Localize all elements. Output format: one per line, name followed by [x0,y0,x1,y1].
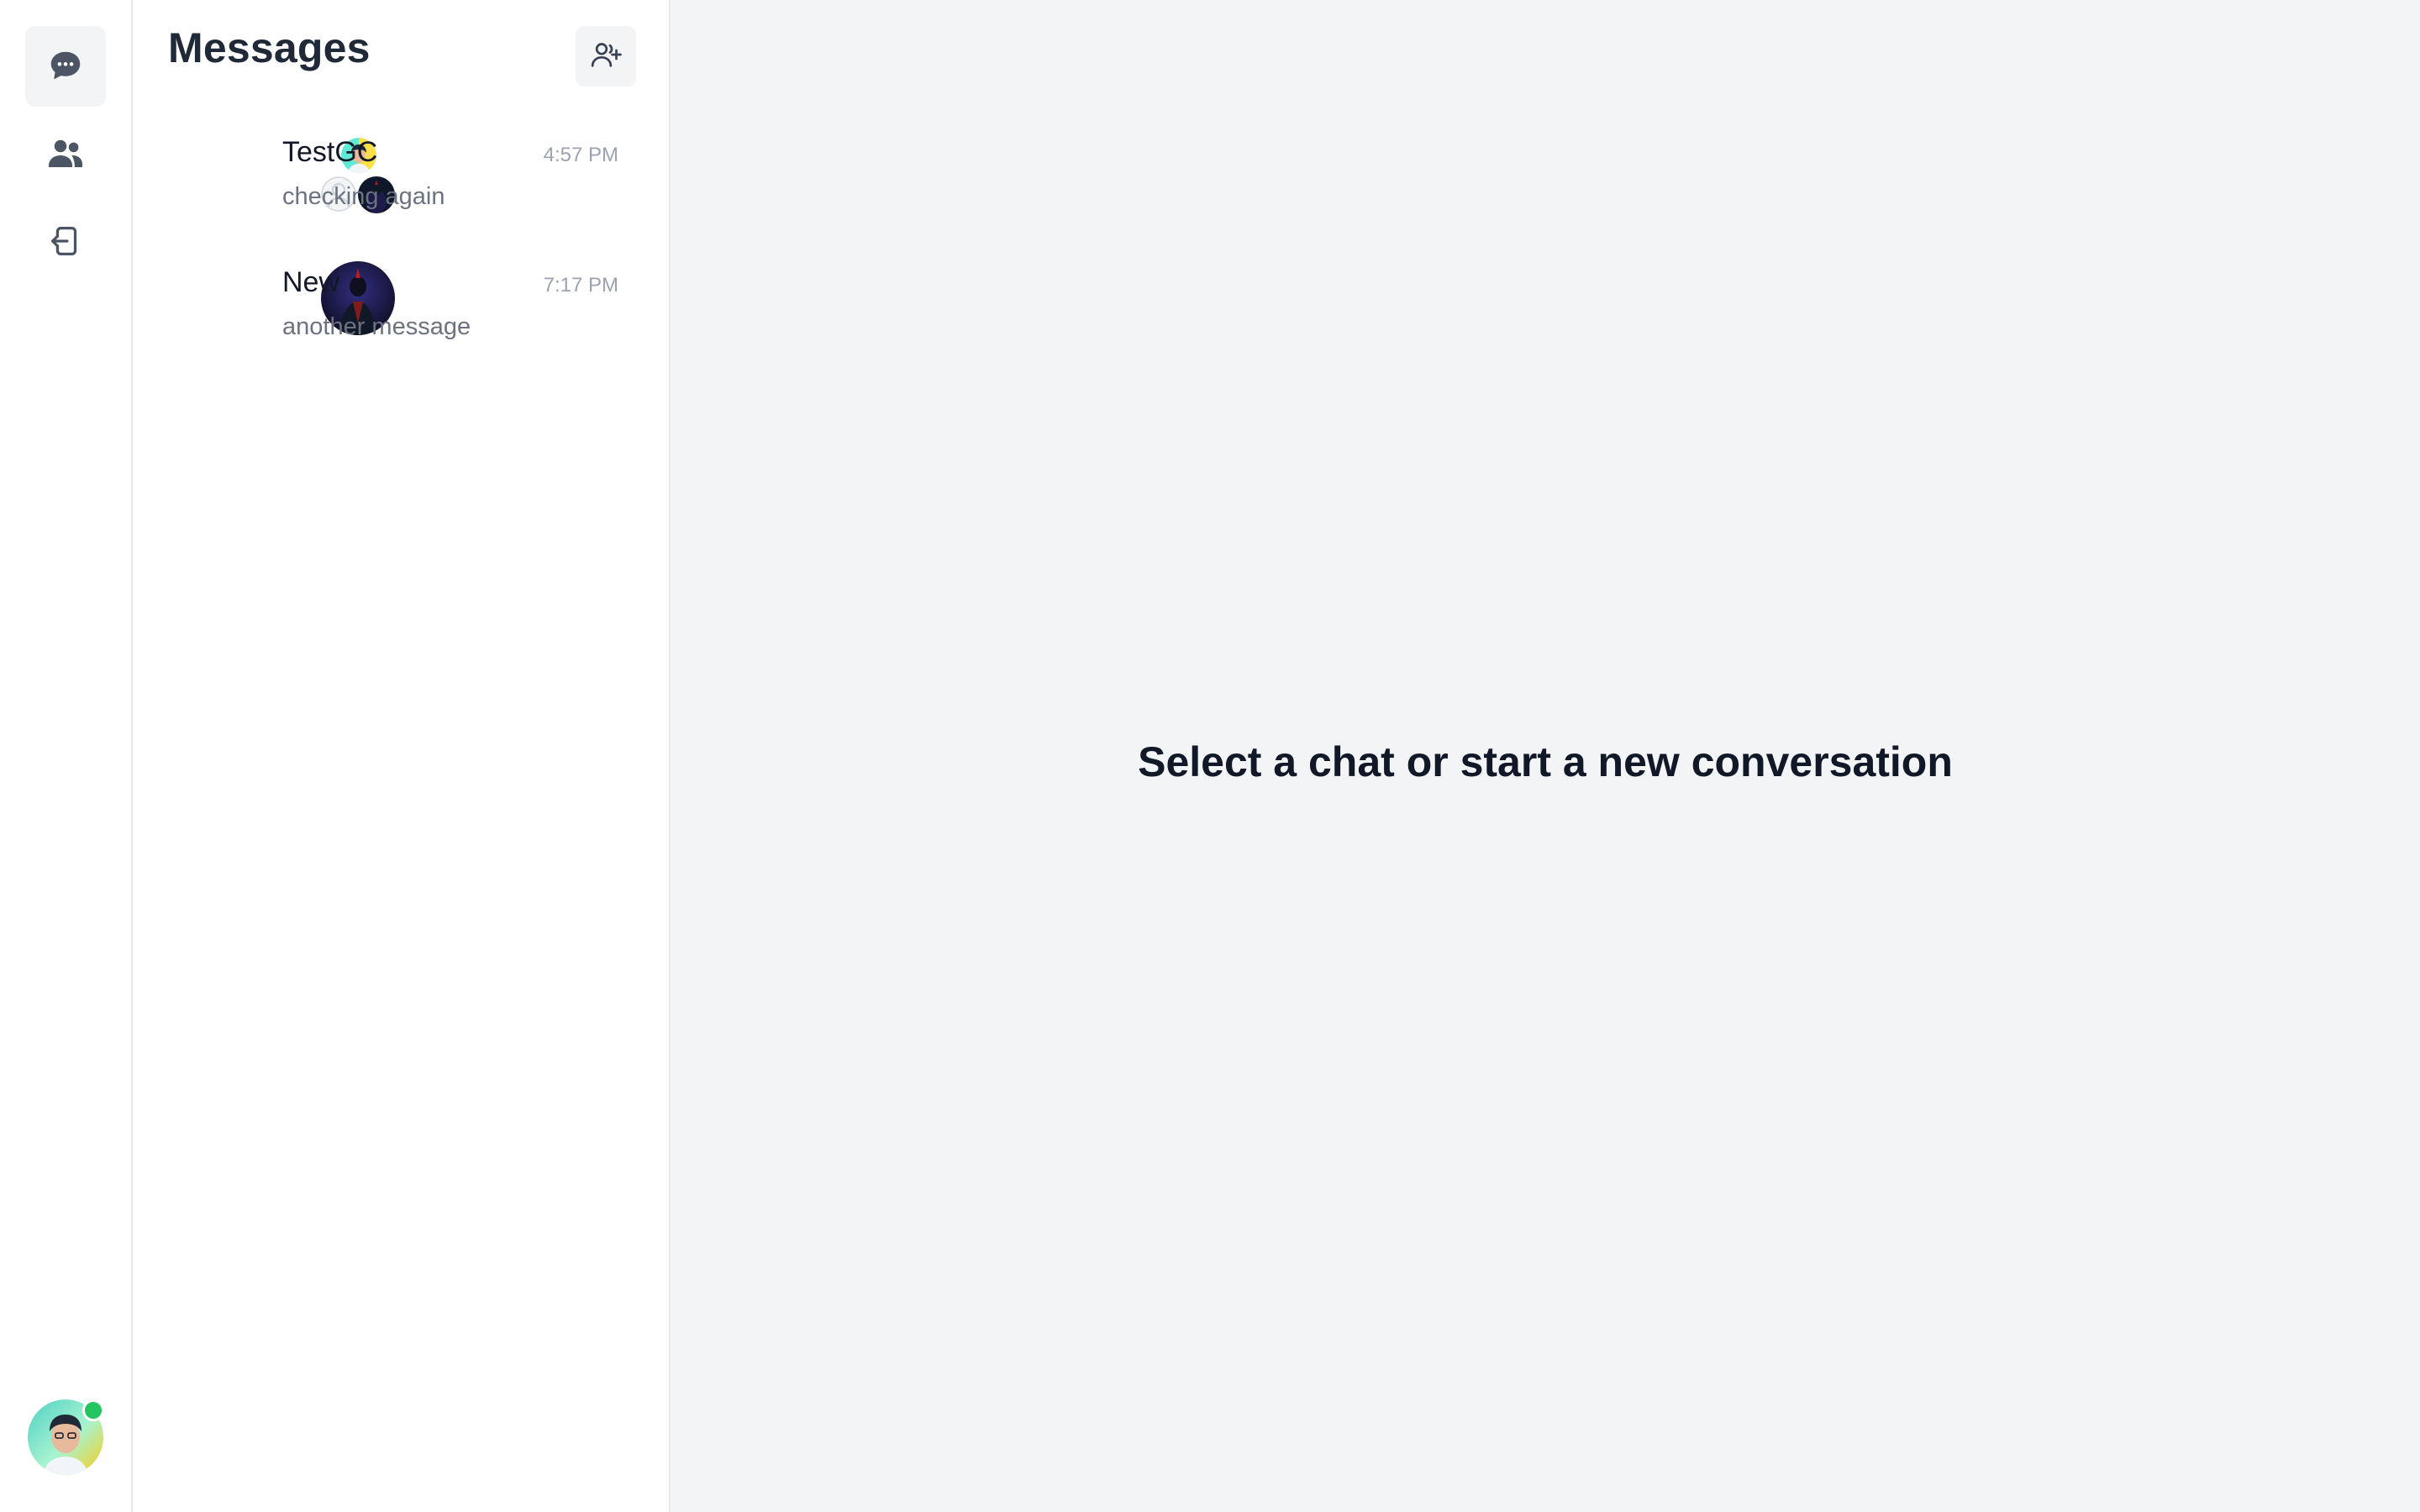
app-root: Messages TestGC 4:57 PM checking again N… [0,0,2420,1512]
chat-bubble-icon [46,47,85,86]
nav-chats-button[interactable] [25,26,106,107]
users-icon [45,134,86,174]
logout-icon [46,222,85,260]
page-title: Messages [168,24,371,71]
nav-contacts-button[interactable] [25,113,106,194]
conversation-preview: checking again [282,183,445,210]
chat-main-area: Select a chat or start a new conversatio… [671,0,2420,1512]
conversation-panel: Messages TestGC 4:57 PM checking again N… [133,0,671,1512]
conversation-preview: another message [282,313,471,340]
empty-state-message: Select a chat or start a new conversatio… [1138,738,1953,785]
conversation-time: 4:57 PM [543,144,618,166]
conversation-time: 7:17 PM [543,274,618,297]
conversation-item[interactable]: New 7:17 PM another message [133,248,669,374]
conversation-name: TestGC [282,136,378,168]
nav-rail [0,0,133,1512]
new-conversation-button[interactable] [576,26,636,87]
user-add-icon [589,38,623,76]
conversation-name: New [282,266,340,298]
logout-button[interactable] [25,201,106,281]
conversation-item[interactable]: TestGC 4:57 PM checking again [133,118,669,244]
online-status-indicator [82,1399,104,1421]
